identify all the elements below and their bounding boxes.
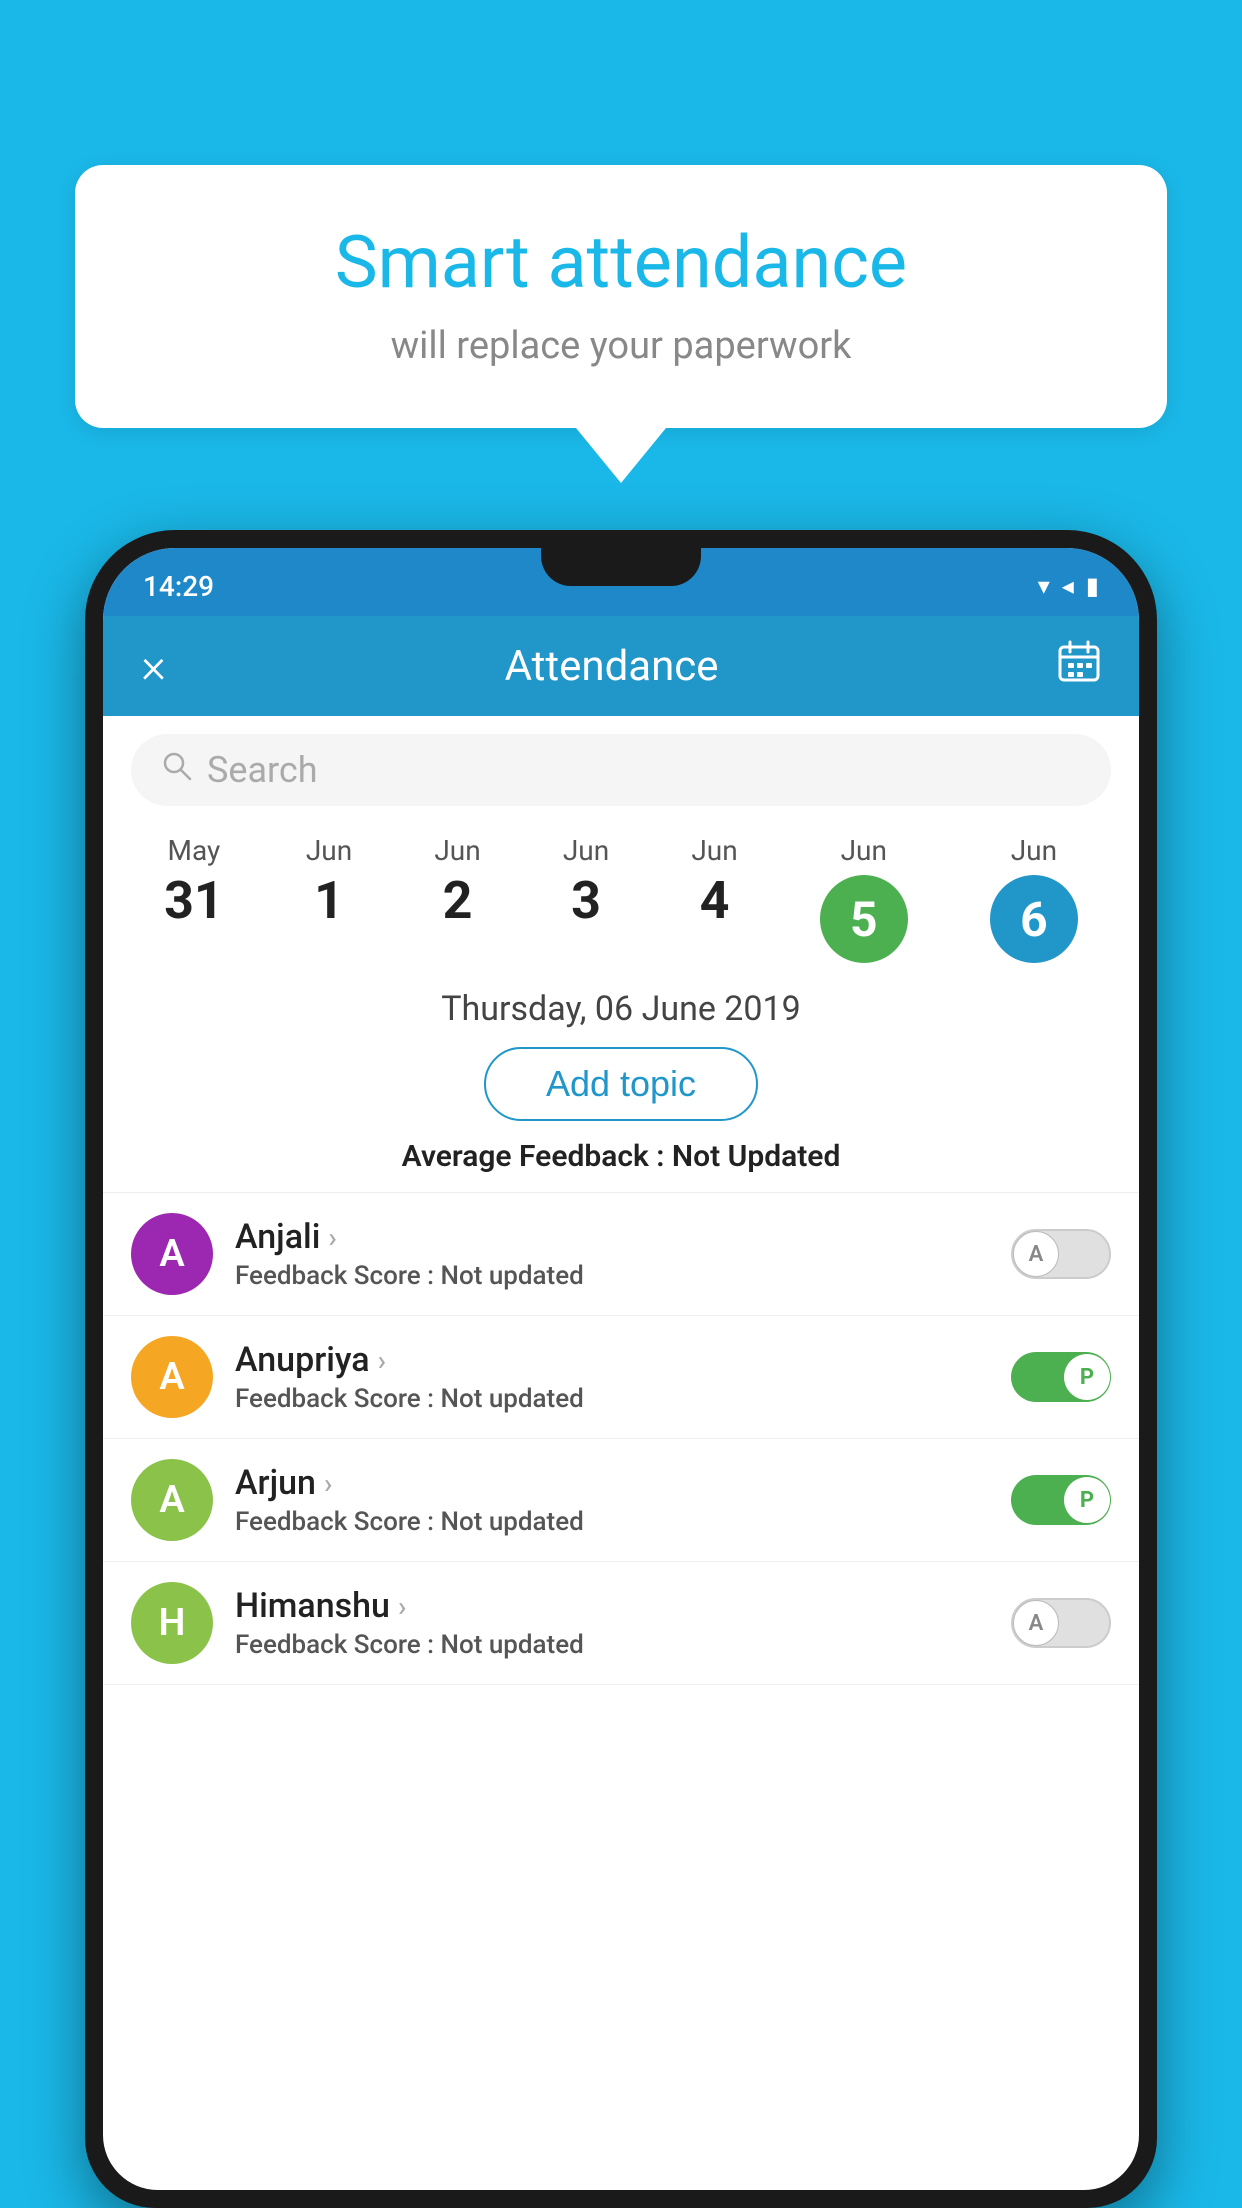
search-bar[interactable]: Search bbox=[131, 734, 1111, 806]
status-time: 14:29 bbox=[143, 570, 214, 603]
attendance-toggle[interactable]: P bbox=[1011, 1352, 1111, 1402]
wifi-icon: ▾ bbox=[1038, 572, 1050, 600]
notch bbox=[541, 548, 701, 586]
selected-date: Thursday, 06 June 2019 bbox=[103, 981, 1139, 1047]
close-button[interactable]: × bbox=[141, 642, 166, 690]
phone-frame: 14:29 ▾ ◂ ▮ × Attendance bbox=[85, 530, 1157, 2208]
student-info: Anupriya › Feedback Score : Not updated bbox=[235, 1340, 989, 1414]
phone-screen: 14:29 ▾ ◂ ▮ × Attendance bbox=[103, 548, 1139, 2190]
avg-feedback: Average Feedback : Not Updated bbox=[103, 1139, 1139, 1174]
date-item-jun2[interactable]: Jun 2 bbox=[434, 834, 480, 927]
status-icons: ▾ ◂ ▮ bbox=[1038, 572, 1099, 600]
date-selector: May 31 Jun 1 Jun 2 Jun 3 Jun 4 bbox=[103, 824, 1139, 981]
signal-icon: ◂ bbox=[1062, 572, 1074, 600]
student-list: A Anjali › Feedback Score : Not updated … bbox=[103, 1192, 1139, 1685]
speech-bubble-title: Smart attendance bbox=[135, 220, 1107, 306]
avatar: A bbox=[131, 1213, 213, 1295]
header-title: Attendance bbox=[505, 642, 719, 691]
chevron-icon: › bbox=[378, 1344, 386, 1377]
date-item-may31[interactable]: May 31 bbox=[164, 834, 224, 927]
add-topic-button[interactable]: Add topic bbox=[484, 1047, 758, 1121]
student-info: Arjun › Feedback Score : Not updated bbox=[235, 1463, 989, 1537]
speech-bubble: Smart attendance will replace your paper… bbox=[75, 165, 1167, 428]
search-placeholder: Search bbox=[207, 749, 318, 791]
speech-bubble-container: Smart attendance will replace your paper… bbox=[75, 165, 1167, 483]
date-item-jun4[interactable]: Jun 4 bbox=[691, 834, 737, 927]
chevron-icon: › bbox=[398, 1590, 406, 1623]
app-header: × Attendance bbox=[103, 616, 1139, 716]
date-item-jun1[interactable]: Jun 1 bbox=[306, 834, 352, 927]
student-item[interactable]: A Anupriya › Feedback Score : Not update… bbox=[103, 1316, 1139, 1439]
speech-bubble-arrow bbox=[576, 428, 666, 483]
date-item-jun6[interactable]: Jun 6 bbox=[990, 834, 1078, 963]
chevron-icon: › bbox=[328, 1221, 336, 1254]
student-item[interactable]: H Himanshu › Feedback Score : Not update… bbox=[103, 1562, 1139, 1685]
avatar: A bbox=[131, 1336, 213, 1418]
search-icon bbox=[161, 749, 193, 791]
student-item[interactable]: A Anjali › Feedback Score : Not updated … bbox=[103, 1193, 1139, 1316]
student-item[interactable]: A Arjun › Feedback Score : Not updated P bbox=[103, 1439, 1139, 1562]
attendance-toggle[interactable]: A bbox=[1011, 1598, 1111, 1648]
avatar: H bbox=[131, 1582, 213, 1664]
battery-icon: ▮ bbox=[1086, 572, 1099, 600]
date-item-jun5[interactable]: Jun 5 bbox=[820, 834, 908, 963]
avatar: A bbox=[131, 1459, 213, 1541]
attendance-toggle[interactable]: A bbox=[1011, 1229, 1111, 1279]
date-item-jun3[interactable]: Jun 3 bbox=[563, 834, 609, 927]
calendar-icon[interactable] bbox=[1057, 639, 1101, 693]
student-info: Anjali › Feedback Score : Not updated bbox=[235, 1217, 989, 1291]
chevron-icon: › bbox=[324, 1467, 332, 1500]
speech-bubble-subtitle: will replace your paperwork bbox=[135, 324, 1107, 368]
attendance-toggle[interactable]: P bbox=[1011, 1475, 1111, 1525]
student-info: Himanshu › Feedback Score : Not updated bbox=[235, 1586, 989, 1660]
